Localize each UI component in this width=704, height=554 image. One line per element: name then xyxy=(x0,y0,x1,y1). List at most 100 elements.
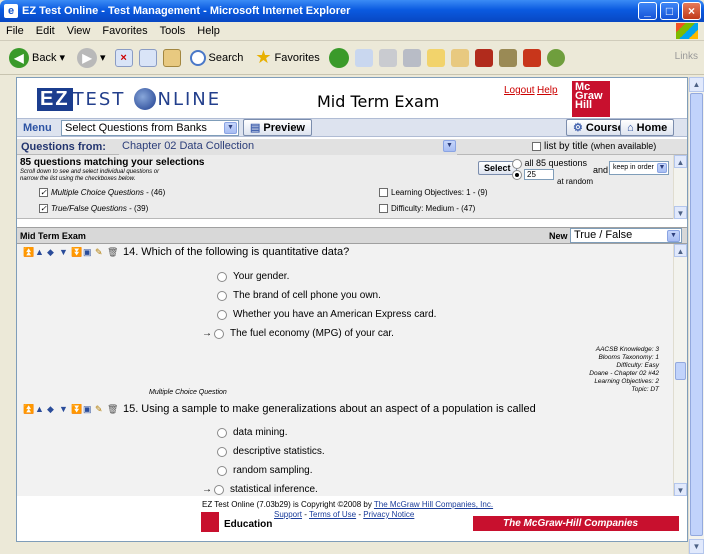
option-radio[interactable] xyxy=(217,446,227,457)
support-link[interactable]: Support xyxy=(274,510,302,519)
history-icon[interactable] xyxy=(328,47,349,68)
move-top-icon[interactable]: ⏫ xyxy=(23,247,34,257)
back-button[interactable]: ◀ Back ▾ xyxy=(6,45,68,71)
list-by-title-checkbox[interactable] xyxy=(532,141,541,151)
scroll-down-icon[interactable]: ▼ xyxy=(674,483,687,496)
count-radio[interactable] xyxy=(512,169,522,180)
menu-favorites[interactable]: Favorites xyxy=(102,25,147,37)
q15-option[interactable]: random sampling. xyxy=(217,465,312,476)
move-up-icon[interactable]: ▲ xyxy=(35,404,44,414)
option-radio[interactable] xyxy=(214,484,224,495)
match-scrollbar[interactable]: ▲ ▼ xyxy=(673,155,687,219)
forward-button[interactable]: ▶ ▾ xyxy=(74,45,109,71)
messenger-icon[interactable] xyxy=(450,48,469,67)
view-icon[interactable]: ▣ xyxy=(83,404,92,414)
scroll-up-icon[interactable]: ▲ xyxy=(689,77,704,92)
option-radio[interactable] xyxy=(217,290,227,301)
trash-icon[interactable]: 🗑 xyxy=(107,404,118,414)
count-input[interactable]: 25 xyxy=(524,169,554,180)
menu-tools[interactable]: Tools xyxy=(160,25,186,37)
q15-option-correct[interactable]: → statistical inference. xyxy=(202,484,318,495)
scroll-down-icon[interactable]: ▼ xyxy=(689,539,704,554)
q15-option[interactable]: data mining. xyxy=(217,427,287,438)
preview-button[interactable]: ▤ Preview xyxy=(243,119,312,136)
minimize-button[interactable]: _ xyxy=(638,2,657,20)
q14-option[interactable]: The brand of cell phone you own. xyxy=(217,290,381,301)
help-link[interactable]: Help xyxy=(537,85,558,96)
move-bottom-icon[interactable]: ⏬ xyxy=(71,247,82,257)
option-radio[interactable] xyxy=(217,427,227,438)
move-icon[interactable]: ◆ xyxy=(47,247,56,257)
q14-option-correct[interactable]: → The fuel economy (MPG) of your car. xyxy=(202,328,394,339)
home-button[interactable]: ⌂ Home xyxy=(620,119,675,136)
mail-icon[interactable] xyxy=(354,48,373,67)
folder-icon[interactable] xyxy=(426,48,445,67)
close-button[interactable]: × xyxy=(682,2,701,20)
print-icon[interactable] xyxy=(378,48,397,67)
people-icon[interactable] xyxy=(546,48,565,67)
all-questions-option[interactable]: all 85 questions xyxy=(512,158,587,169)
mcgraw-hill-link[interactable]: The McGraw Hill Companies, Inc. xyxy=(374,500,493,509)
option-radio[interactable] xyxy=(214,328,224,339)
select-button[interactable]: Select xyxy=(478,161,517,175)
true-false-checkbox[interactable]: ✓ xyxy=(39,204,48,214)
question-list-scrollbar[interactable]: ▲ ▼ xyxy=(673,244,687,496)
window-title-bar[interactable]: e EZ Test Online - Test Management - Mic… xyxy=(0,0,704,22)
page-title: Mid Term Exam xyxy=(317,92,440,111)
filter-learning-objectives[interactable]: Learning Objectives: 1 - (9) xyxy=(379,188,488,198)
option-radio[interactable] xyxy=(217,309,227,320)
list-by-title-option[interactable]: list by title (when available) xyxy=(532,141,656,152)
scroll-up-icon[interactable]: ▲ xyxy=(674,155,687,168)
scroll-thumb[interactable] xyxy=(675,362,686,380)
browser-scrollbar[interactable]: ▲ ▼ xyxy=(688,77,704,554)
q14-option[interactable]: Whether you have an American Express car… xyxy=(217,309,436,320)
menu-view[interactable]: View xyxy=(67,25,91,37)
menu-file[interactable]: File xyxy=(6,25,24,37)
menu-edit[interactable]: Edit xyxy=(36,25,55,37)
stop-icon[interactable]: × xyxy=(114,48,133,67)
research-icon[interactable] xyxy=(498,48,517,67)
move-down-icon[interactable]: ▼ xyxy=(59,404,68,414)
learning-objectives-checkbox[interactable] xyxy=(379,188,388,198)
option-radio[interactable] xyxy=(217,271,227,282)
move-icon[interactable]: ◆ xyxy=(47,404,56,414)
option-radio[interactable] xyxy=(217,465,227,476)
scroll-down-icon[interactable]: ▼ xyxy=(674,206,687,219)
addon-red-icon[interactable] xyxy=(474,48,493,67)
bank-select[interactable]: Chapter 02 Data Collection ▼ xyxy=(119,139,457,155)
random-count-option[interactable]: 25 xyxy=(512,169,554,180)
order-select[interactable]: keep in order ▼ xyxy=(609,161,669,175)
move-down-icon[interactable]: ▼ xyxy=(59,247,68,257)
logout-link[interactable]: Logout xyxy=(504,85,535,96)
q15-option[interactable]: descriptive statistics. xyxy=(217,446,325,457)
refresh-icon[interactable] xyxy=(138,48,157,67)
privacy-link[interactable]: Privacy Notice xyxy=(363,510,414,519)
all-radio[interactable] xyxy=(512,158,522,169)
move-top-icon[interactable]: ⏫ xyxy=(23,404,34,414)
home-icon[interactable] xyxy=(162,48,181,67)
view-icon[interactable]: ▣ xyxy=(83,247,92,257)
filter-multiple-choice[interactable]: ✓ Multiple Choice Questions - (46) xyxy=(39,188,165,198)
q14-option[interactable]: Your gender. xyxy=(217,271,289,282)
move-bottom-icon[interactable]: ⏬ xyxy=(71,404,82,414)
filter-true-false[interactable]: ✓ True/False Questions - (39) xyxy=(39,204,148,214)
addon-red2-icon[interactable] xyxy=(522,48,541,67)
move-up-icon[interactable]: ▲ xyxy=(35,247,44,257)
links-button[interactable]: Links xyxy=(675,51,698,62)
trash-icon[interactable]: 🗑 xyxy=(107,247,118,257)
favorites-button[interactable]: ★ Favorites xyxy=(252,45,322,71)
edit-question-icon[interactable]: ✎ xyxy=(95,404,104,414)
filter-difficulty[interactable]: Difficulty: Medium - (47) xyxy=(379,204,475,214)
edit-icon[interactable] xyxy=(402,48,421,67)
scroll-thumb[interactable] xyxy=(690,93,703,536)
maximize-button[interactable]: □ xyxy=(660,2,679,20)
edit-question-icon[interactable]: ✎ xyxy=(95,247,104,257)
search-button[interactable]: Search xyxy=(187,45,247,71)
menu-help[interactable]: Help xyxy=(197,25,220,37)
menu-select[interactable]: Select Questions from Banks ▼ xyxy=(61,120,239,136)
difficulty-checkbox[interactable] xyxy=(379,204,388,214)
terms-link[interactable]: Terms of Use xyxy=(309,510,356,519)
multiple-choice-checkbox[interactable]: ✓ xyxy=(39,188,48,198)
new-question-type-select[interactable]: True / False ▼ xyxy=(570,228,682,243)
scroll-up-icon[interactable]: ▲ xyxy=(674,244,687,257)
